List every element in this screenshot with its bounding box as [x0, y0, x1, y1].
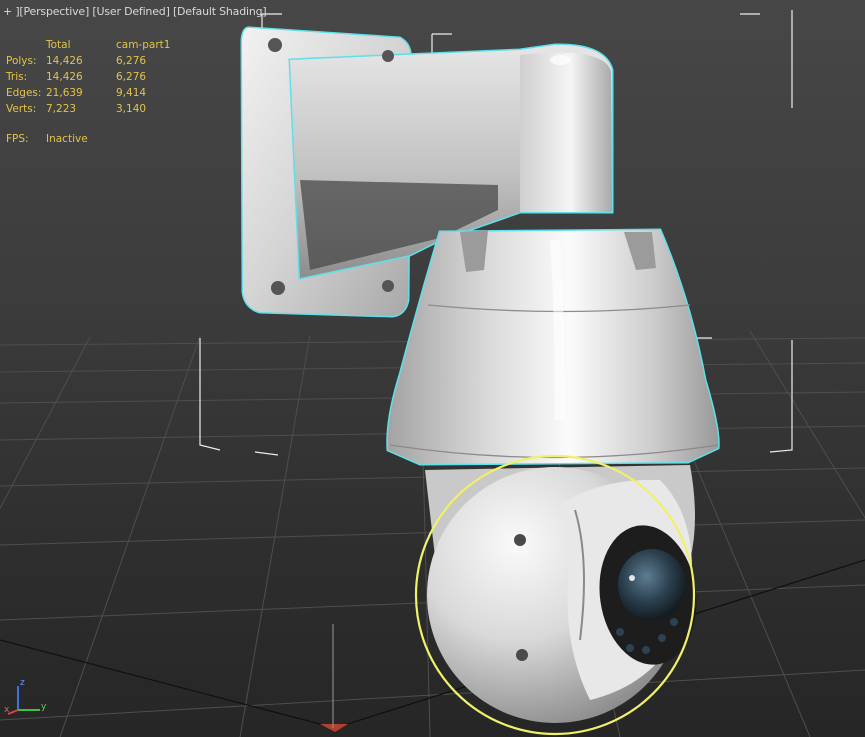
viewport-label: + ][Perspective] [User Defined] [Default… — [3, 5, 267, 18]
stats-row-verts: Verts: 7,223 3,140 — [6, 101, 176, 117]
axis-gizmo: z y x — [4, 678, 47, 715]
stats-row-tris: Tris: 14,426 6,276 — [6, 69, 176, 85]
fps-readout: FPS: Inactive — [6, 133, 88, 145]
perspective-viewport[interactable]: + ][Perspective] [User Defined] [Default… — [0, 0, 865, 737]
stats-label: Polys: — [6, 55, 37, 67]
stats-selection: 6,276 — [116, 71, 147, 83]
stats-label: Verts: — [6, 103, 37, 115]
stats-selection: 6,276 — [116, 55, 147, 67]
statistics-overlay: Total cam-part1 Polys: 14,426 6,276 Tris… — [6, 37, 176, 117]
stats-total: 14,426 — [46, 55, 83, 67]
stats-total: 21,639 — [46, 87, 83, 99]
stats-header-total: Total — [46, 39, 71, 51]
camera-menu[interactable]: ] [User Defined — [85, 5, 166, 18]
stats-header-row: Total cam-part1 — [6, 37, 176, 53]
stats-row-polys: Polys: 14,426 6,276 — [6, 53, 176, 69]
gizmo-x-axis — [7, 709, 19, 715]
fps-value: Inactive — [46, 133, 88, 145]
gizmo-x-label: x — [4, 705, 10, 715]
label-end: ] — [262, 5, 267, 18]
viewport-menu-button[interactable]: + ] — [3, 5, 20, 18]
gizmo-y-label: y — [41, 702, 47, 712]
grid-origin-marker — [320, 724, 348, 732]
stats-selection: 3,140 — [116, 103, 147, 115]
shading-menu[interactable]: ] [Default Shading — [166, 5, 263, 18]
stats-row-edges: Edges: 21,639 9,414 — [6, 85, 176, 101]
stats-total: 7,223 — [46, 103, 77, 115]
stats-header-selection: cam-part1 — [116, 39, 171, 51]
gizmo-z-label: z — [20, 678, 25, 688]
fps-label: FPS: — [6, 133, 29, 145]
stats-selection: 9,414 — [116, 87, 147, 99]
stats-label: Edges: — [6, 87, 42, 99]
camera-dome[interactable] — [414, 454, 705, 736]
stats-header-spacer — [6, 37, 46, 53]
view-point-menu[interactable]: [Perspective — [19, 5, 85, 18]
stats-label: Tris: — [6, 71, 28, 83]
stats-total: 14,426 — [46, 71, 83, 83]
